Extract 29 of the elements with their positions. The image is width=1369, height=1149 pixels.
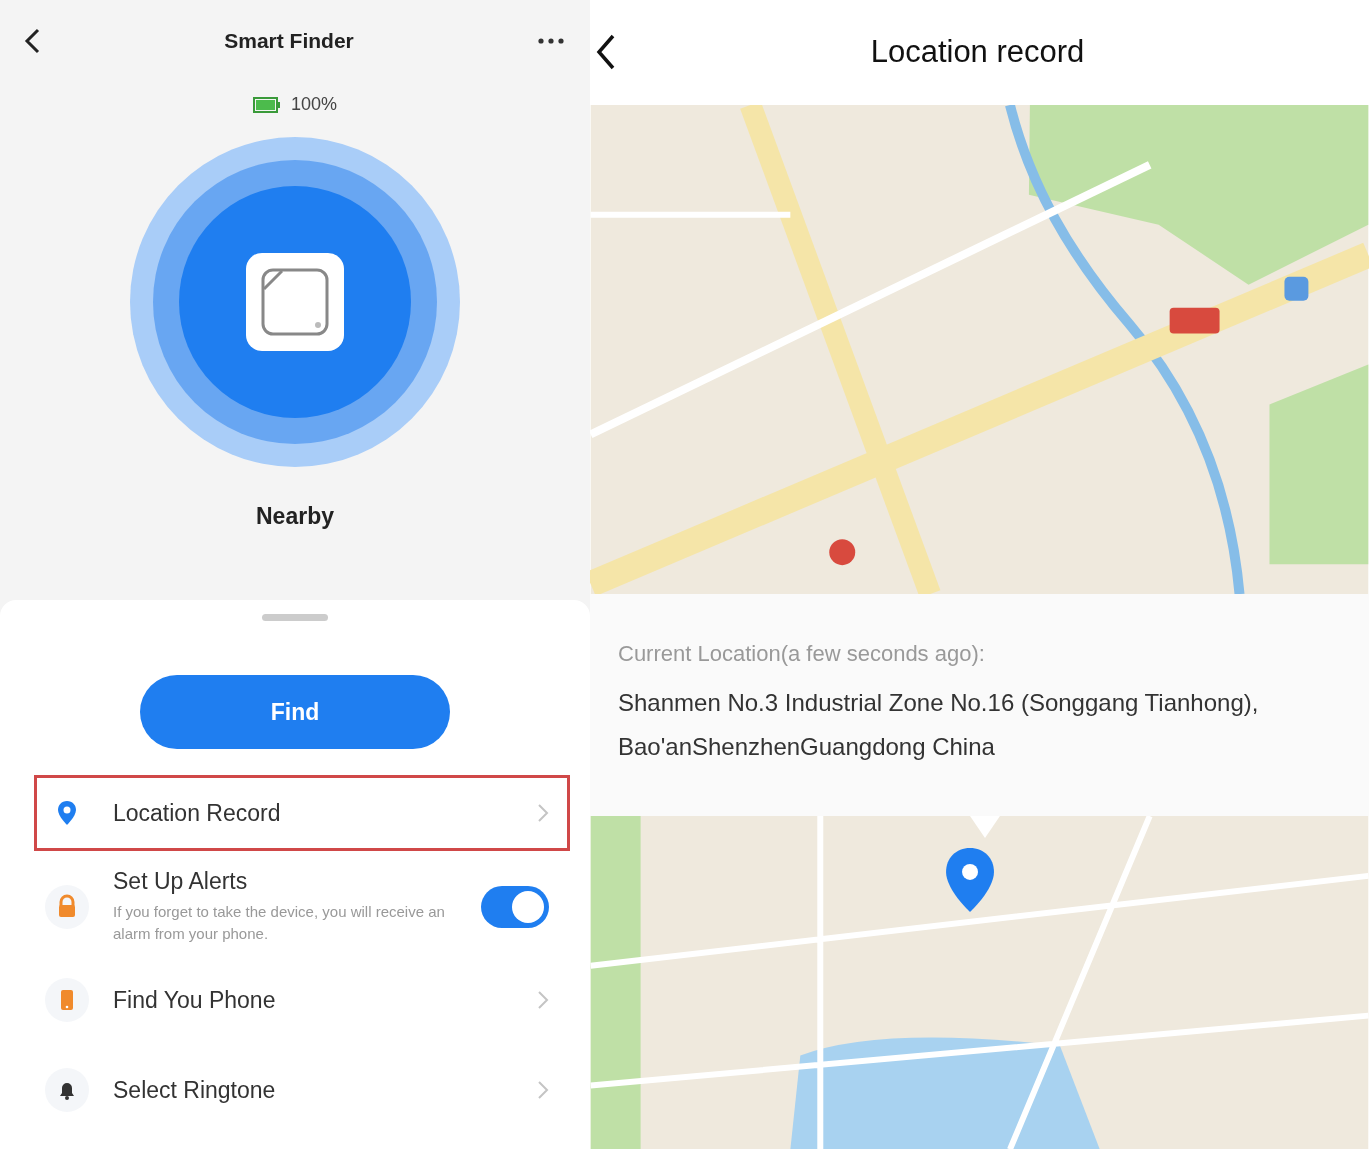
location-pin-icon [56, 800, 78, 826]
menu-row[interactable]: Select Ringtone [34, 1052, 570, 1128]
find-button[interactable]: Find [140, 675, 450, 749]
back-icon[interactable] [596, 34, 616, 71]
menu-label: Select Ringtone [113, 1076, 277, 1104]
menu-label: Find You Phone [113, 986, 277, 1014]
menu-label: Set Up Alerts [113, 868, 249, 895]
phone-icon [45, 978, 89, 1022]
screen-title: Location record [869, 34, 1086, 71]
lock-icon [45, 884, 89, 929]
proximity-status: Nearby [256, 503, 334, 530]
more-icon[interactable] [538, 38, 564, 44]
location-caption: Current Location(a few seconds ago): [618, 640, 986, 667]
toggle-switch[interactable] [481, 885, 549, 928]
menu-row[interactable]: Set Up Alerts If you forget to take the device, you will receive an alarm from your phone. [34, 865, 570, 948]
menu-label: Location Record [113, 799, 282, 827]
battery-percentage: 100% [290, 94, 337, 115]
screen-title: Smart Finder [224, 29, 354, 53]
sheet-handle[interactable] [262, 614, 328, 621]
menu-description: If you forget to take the device, you will receive an alarm from your phone. [113, 902, 446, 944]
bell-icon [45, 1068, 89, 1112]
battery-icon [252, 96, 281, 113]
chevron-right-icon [537, 990, 549, 1010]
back-icon[interactable] [24, 28, 40, 54]
menu-row[interactable]: Find You Phone [34, 962, 570, 1038]
chevron-right-icon [537, 1080, 549, 1100]
menu-row[interactable]: Location Record [34, 775, 570, 851]
location-address: Shanmen No.3 Industrial Zone No.16 (Songgang Tianhong), Bao'anShenzhenGuangdong China [618, 687, 1260, 762]
chevron-right-icon [537, 803, 549, 823]
